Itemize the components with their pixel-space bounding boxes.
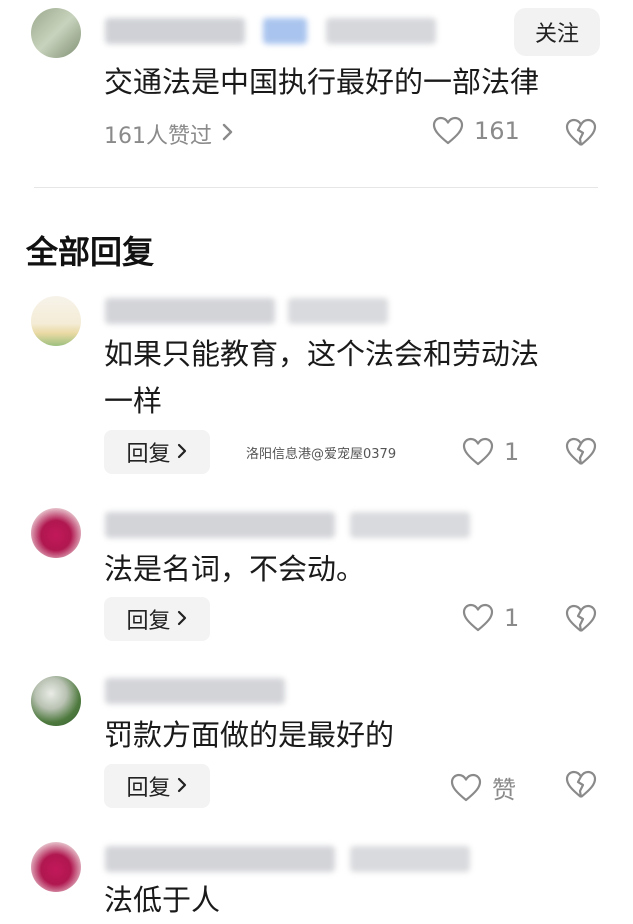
avatar[interactable] [31,8,81,58]
username-blurred[interactable] [105,846,335,872]
comment-text: 交通法是中国执行最好的一部法律 [104,65,540,99]
like-label: 赞 [492,776,516,804]
username-blurred[interactable] [105,18,245,44]
reply-text-line: 罚款方面做的是最好的 [104,718,395,752]
watermark: 洛阳信息港@爱宠屋0379 [246,447,397,462]
reply-button[interactable]: 回复 [104,764,210,808]
like-button[interactable]: 赞 [450,770,516,805]
avatar[interactable] [31,676,81,726]
user-meta-blurred [326,18,436,44]
user-meta-blurred [288,298,388,324]
reply-label: 回复 [126,776,171,801]
chevron-right-icon [177,440,188,465]
follow-button[interactable]: 关注 [514,8,600,56]
chevron-right-icon [222,122,234,147]
chevron-right-icon [177,774,188,799]
reply-button[interactable]: 回复 [104,597,210,641]
like-button[interactable]: 1 [462,603,519,633]
liked-by-label: 161人赞过 [104,124,212,149]
avatar[interactable] [31,296,81,346]
user-badge-blurred [263,18,307,44]
divider [34,187,598,188]
reply-label: 回复 [126,609,171,634]
username-blurred[interactable] [105,512,335,538]
reply-button[interactable]: 回复 [104,430,210,474]
liked-by-link[interactable]: 161人赞过 [104,118,234,150]
broken-heart-icon [565,437,597,467]
dislike-button[interactable] [565,604,597,634]
reply-text-line: 法是名词，不会动。 [104,552,366,586]
username-blurred[interactable] [105,298,275,324]
like-button[interactable]: 161 [432,116,520,146]
dislike-button[interactable] [565,437,597,467]
reply-text-line: 一样 [104,384,163,418]
like-button[interactable]: 1 [462,437,519,467]
dislike-button[interactable] [565,118,597,148]
like-count: 1 [504,604,520,632]
chevron-right-icon [177,607,188,632]
heart-outline-icon [432,116,464,146]
like-count: 161 [474,117,520,145]
username-blurred[interactable] [105,678,285,704]
heart-outline-icon [462,603,494,633]
broken-heart-icon [565,604,597,634]
like-count: 1 [504,438,520,466]
heart-outline-icon [450,773,482,803]
dislike-button[interactable] [565,770,597,800]
section-title: 全部回复 [26,233,155,271]
user-meta-blurred [350,846,470,872]
broken-heart-icon [565,118,597,148]
reply-text-line: 法低于人 [104,883,221,917]
reply-label: 回复 [126,442,171,467]
avatar[interactable] [31,508,81,558]
broken-heart-icon [565,770,597,800]
user-meta-blurred [350,512,470,538]
reply-text-line: 如果只能教育，这个法会和劳动法 [104,337,540,371]
heart-outline-icon [462,437,494,467]
avatar[interactable] [31,842,81,892]
